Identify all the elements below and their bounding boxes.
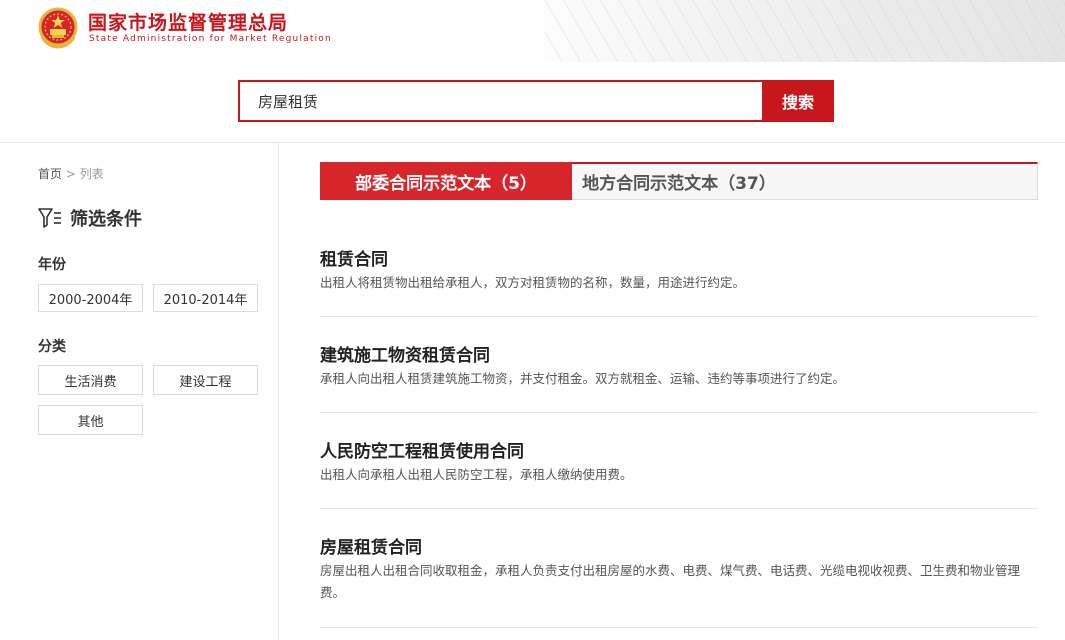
filter-heading: 筛选条件: [38, 205, 142, 231]
search-bar: 搜索: [0, 62, 1065, 143]
tab-local-templates[interactable]: 地方合同示范文本（37）: [573, 162, 785, 200]
contract-tabs: 部委合同示范文本（5） 地方合同示范文本（37）: [320, 162, 1038, 200]
category-label: 分类: [38, 339, 66, 355]
result-description: 承租人向出租人租赁建筑施工物资，并支付租金。双方就租金、运输、违约等事项进行了约…: [320, 371, 846, 386]
category-filter-living[interactable]: 生活消费: [38, 365, 143, 395]
category-filter-other[interactable]: 其他: [38, 405, 143, 435]
search-input[interactable]: [240, 82, 762, 120]
search-box: [238, 80, 762, 122]
result-description: 房屋出租人出租合同收取租金，承租人负责支付出租房屋的水费、电费、煤气费、电话费、…: [320, 563, 1021, 600]
org-name-cn[interactable]: 国家市场监督管理总局: [88, 8, 288, 35]
breadcrumb-current: 列表: [79, 167, 104, 181]
result-title[interactable]: 建筑施工物资租赁合同: [320, 341, 490, 366]
sidebar: 首页 > 列表 筛选条件 年份 2000-2004年 2010-2014年 分类…: [0, 142, 279, 640]
category-filter-construction[interactable]: 建设工程: [153, 365, 258, 395]
org-name-en: State Administration for Market Regulati…: [89, 34, 332, 44]
year-filter-2000-2004[interactable]: 2000-2004年: [38, 284, 143, 312]
result-item: 房屋租赁合同 房屋出租人出租合同收取租金，承租人负责支付出租房屋的水费、电费、煤…: [320, 533, 1038, 628]
result-description: 出租人将租赁物出租给承租人，双方对租赁物的名称，数量，用途进行约定。: [320, 275, 746, 290]
breadcrumb-home-link[interactable]: 首页: [38, 167, 62, 181]
result-item: 人民防空工程租赁使用合同 出租人向承租人出租人民防空工程，承租人缴纳使用费。: [320, 437, 1038, 509]
national-emblem-icon[interactable]: [38, 7, 78, 49]
site-header: 国家市场监督管理总局 State Administration for Mark…: [0, 0, 1065, 62]
search-button[interactable]: 搜索: [762, 80, 834, 122]
tab-ministry-templates[interactable]: 部委合同示范文本（5）: [320, 162, 572, 200]
filter-icon: [38, 208, 61, 228]
result-item: 建筑施工物资租赁合同 承租人向出租人租赁建筑施工物资，并支付租金。双方就租金、运…: [320, 341, 1038, 413]
result-item: 租赁合同 出租人将租赁物出租给承租人，双方对租赁物的名称，数量，用途进行约定。: [320, 245, 1038, 317]
result-description: 出租人向承租人出租人民防空工程，承租人缴纳使用费。: [320, 467, 633, 482]
filter-title: 筛选条件: [70, 209, 142, 230]
header-decoration: [545, 0, 1065, 62]
result-title[interactable]: 租赁合同: [320, 245, 388, 270]
year-label: 年份: [38, 257, 66, 273]
result-title[interactable]: 人民防空工程租赁使用合同: [320, 437, 524, 462]
breadcrumb: 首页 > 列表: [38, 165, 104, 182]
year-filter-2010-2014[interactable]: 2010-2014年: [153, 284, 258, 312]
result-title[interactable]: 房屋租赁合同: [320, 533, 422, 558]
breadcrumb-separator: >: [65, 167, 76, 181]
